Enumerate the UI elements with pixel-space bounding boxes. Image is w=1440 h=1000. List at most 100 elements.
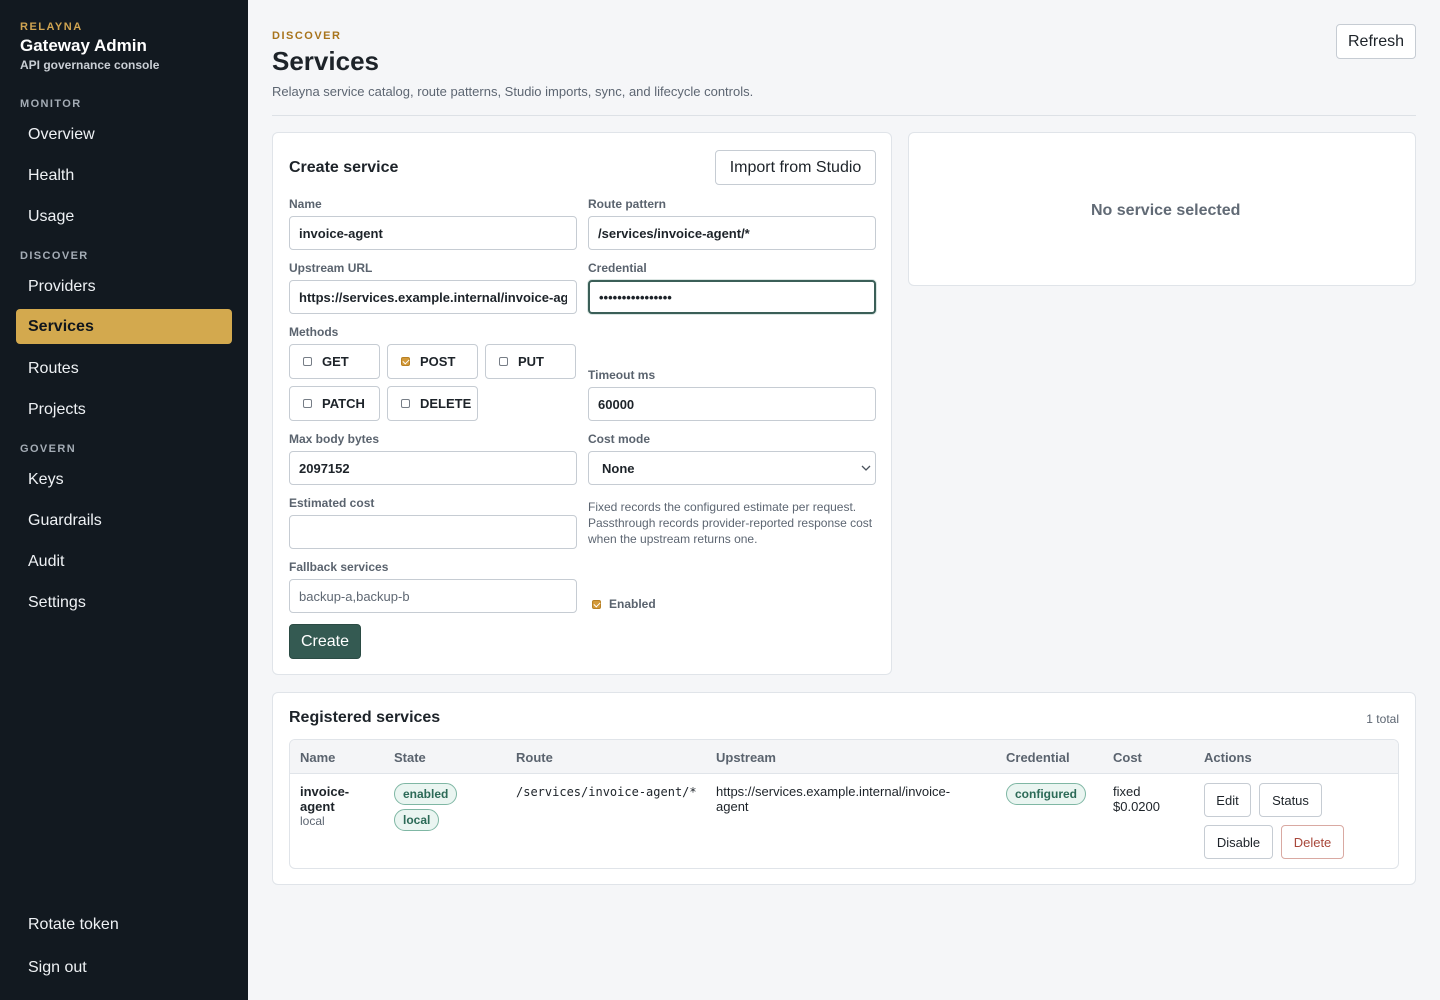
status-button[interactable]: Status — [1259, 783, 1322, 817]
method-label: PATCH — [322, 396, 365, 411]
sidebar-item-label: Audit — [28, 552, 65, 570]
create-button[interactable]: Create — [289, 624, 361, 659]
credential-input[interactable] — [588, 280, 876, 314]
name-label: Name — [289, 197, 322, 211]
cost-mode-label: Cost mode — [588, 432, 651, 446]
sidebar-item-label: Providers — [28, 277, 96, 295]
checkbox-icon — [303, 399, 312, 408]
brand-title: Gateway Admin — [20, 36, 147, 55]
method-get-checkbox[interactable]: GET — [289, 344, 380, 379]
sidebar-item-guardrails[interactable]: Guardrails — [16, 503, 232, 538]
sidebar-item-health[interactable]: Health — [16, 158, 232, 193]
checkbox-checked-icon — [401, 357, 410, 366]
method-delete-checkbox[interactable]: DELETE — [387, 386, 478, 421]
column-name: Name — [300, 750, 336, 765]
table-header: Name State Route Upstream Credential Cos… — [290, 740, 1398, 774]
checkbox-icon — [401, 399, 410, 408]
sidebar-item-audit[interactable]: Audit — [16, 544, 232, 579]
column-cost: Cost — [1113, 750, 1142, 765]
status-badge-local: local — [394, 809, 440, 831]
name-input[interactable] — [289, 216, 577, 250]
service-source: local — [300, 814, 325, 828]
method-label: PUT — [518, 354, 544, 369]
service-detail-panel: No service selected — [908, 132, 1416, 286]
enabled-checkbox[interactable]: Enabled — [592, 597, 656, 611]
credential-label: Credential — [588, 261, 647, 275]
sidebar-item-providers[interactable]: Providers — [16, 269, 232, 304]
nav-section-govern: GOVERN — [20, 443, 77, 455]
estimated-cost-input[interactable] — [289, 515, 577, 549]
main-content: DISCOVER Services Relayna service catalo… — [248, 0, 1440, 1000]
services-table: Name State Route Upstream Credential Cos… — [289, 739, 1399, 869]
sidebar-item-usage[interactable]: Usage — [16, 199, 232, 234]
delete-button[interactable]: Delete — [1281, 825, 1344, 859]
sidebar-item-label: Routes — [28, 359, 79, 377]
sidebar-item-projects[interactable]: Projects — [16, 392, 232, 427]
checkbox-icon — [303, 357, 312, 366]
upstream-url-label: Upstream URL — [289, 261, 373, 275]
fallback-input[interactable] — [289, 579, 577, 613]
create-service-card: Create service Import from Studio Name R… — [272, 132, 892, 675]
sidebar: RELAYNA Gateway Admin API governance con… — [0, 0, 248, 1000]
service-name: invoice- agent — [300, 784, 350, 814]
route-pattern-input[interactable] — [588, 216, 876, 250]
estimated-cost-label: Estimated cost — [289, 496, 375, 510]
rotate-token-button[interactable]: Rotate token — [16, 907, 232, 942]
sidebar-item-label: Keys — [28, 470, 64, 488]
page-kicker: DISCOVER — [272, 30, 342, 42]
refresh-button[interactable]: Refresh — [1336, 24, 1416, 59]
method-label: DELETE — [420, 396, 472, 411]
enabled-label: Enabled — [609, 597, 656, 611]
method-put-checkbox[interactable]: PUT — [485, 344, 576, 379]
sidebar-item-label: Usage — [28, 207, 75, 225]
column-upstream: Upstream — [716, 750, 776, 765]
brand-subtitle: API governance console — [20, 58, 160, 72]
column-actions: Actions — [1204, 750, 1252, 765]
edit-button[interactable]: Edit — [1204, 783, 1251, 817]
sidebar-item-routes[interactable]: Routes — [16, 351, 232, 386]
sign-out-label: Sign out — [28, 958, 87, 976]
checkbox-checked-icon — [592, 599, 601, 609]
no-service-selected: No service selected — [1091, 202, 1241, 219]
column-credential: Credential — [1006, 750, 1070, 765]
sidebar-item-overview[interactable]: Overview — [16, 117, 232, 152]
method-post-checkbox[interactable]: POST — [387, 344, 478, 379]
method-label: POST — [420, 354, 456, 369]
sidebar-item-label: Guardrails — [28, 511, 102, 529]
import-from-studio-button[interactable]: Import from Studio — [715, 150, 876, 185]
disable-button[interactable]: Disable — [1204, 825, 1273, 859]
sidebar-item-keys[interactable]: Keys — [16, 462, 232, 497]
methods-label: Methods — [289, 325, 339, 339]
services-count: 1 total — [1366, 712, 1399, 726]
timeout-input[interactable] — [588, 387, 876, 421]
chevron-down-icon — [861, 465, 871, 471]
upstream-url-input[interactable] — [289, 280, 577, 314]
column-state: State — [394, 750, 426, 765]
column-route: Route — [516, 750, 553, 765]
nav-section-discover: DISCOVER — [20, 250, 89, 262]
sidebar-item-label: Settings — [28, 593, 86, 611]
page-title: Services — [272, 46, 379, 76]
status-badge-enabled: enabled — [394, 783, 458, 805]
method-patch-checkbox[interactable]: PATCH — [289, 386, 380, 421]
credential-badge: configured — [1006, 783, 1086, 805]
max-body-input[interactable] — [289, 451, 577, 485]
registered-services-title: Registered services — [289, 709, 441, 726]
brand-kicker: RELAYNA — [20, 21, 83, 33]
sidebar-item-settings[interactable]: Settings — [16, 585, 232, 620]
registered-services-card: Registered services 1 total Name State R… — [272, 692, 1416, 885]
sidebar-item-label: Services — [28, 317, 94, 335]
service-route: /services/invoice-agent/* — [516, 785, 697, 799]
sidebar-item-label: Projects — [28, 400, 86, 418]
timeout-label: Timeout ms — [588, 368, 656, 382]
sidebar-item-label: Overview — [28, 125, 95, 143]
checkbox-icon — [499, 357, 508, 366]
sidebar-item-services[interactable]: Services — [16, 309, 232, 344]
header-divider — [272, 115, 1416, 116]
cost-mode-help: Fixed records the configured estimate pe… — [588, 500, 873, 546]
create-service-title: Create service — [289, 159, 399, 176]
cost-mode-select[interactable]: None — [588, 451, 876, 485]
sidebar-item-label: Health — [28, 166, 75, 184]
sign-out-button[interactable]: Sign out — [16, 950, 232, 985]
service-cost: fixed $0.0200 — [1113, 784, 1160, 814]
